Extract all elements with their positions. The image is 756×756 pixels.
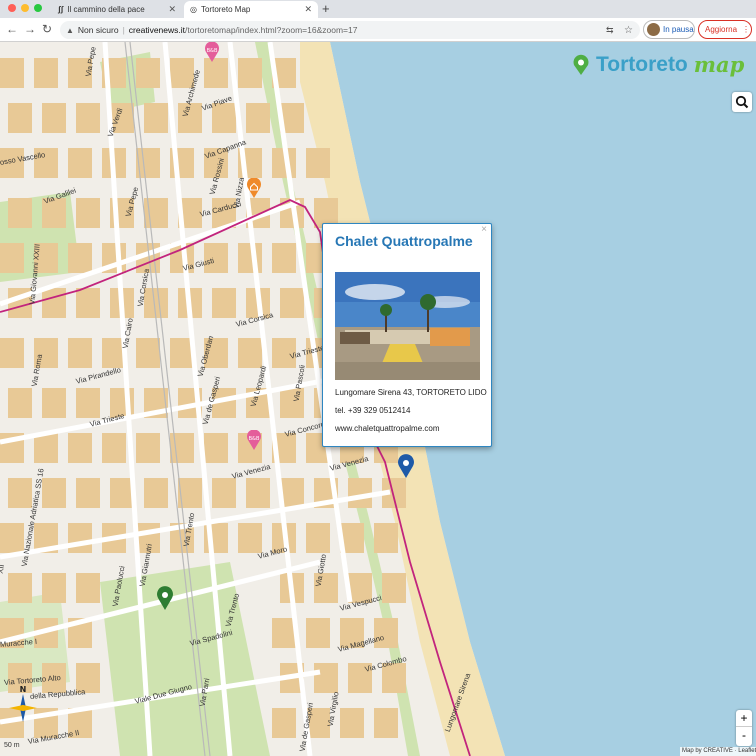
address-bar[interactable]: ▲ Non sicuro | creativenews.it /tortoret…: [60, 21, 640, 39]
popup-website[interactable]: www.chaletquattropalme.com: [335, 424, 440, 433]
site-logo: Tortoreto map: [570, 52, 744, 77]
svg-text:N: N: [20, 685, 27, 694]
logo-text-map: map: [693, 52, 745, 77]
popup-address: Lungomare Sirena 43, TORTORETO LIDO: [335, 388, 487, 397]
search-icon: [735, 95, 749, 109]
svg-text:B&B: B&B: [249, 436, 260, 442]
maximize-window-button[interactable]: [34, 4, 42, 12]
browser-tab[interactable]: ʃʃ Il cammino della pace ✕: [52, 1, 182, 18]
separator: |: [122, 25, 125, 35]
new-tab-button[interactable]: +: [322, 1, 330, 16]
map-canvas[interactable]: Via Pepe Via Piave Via Capanna Via Verdi Via…: [0, 42, 756, 756]
logo-pin-icon: [573, 54, 589, 75]
pin-icon[interactable]: B&B: [204, 42, 220, 62]
close-popup-icon[interactable]: ×: [481, 224, 487, 235]
profile-pause-button[interactable]: In pausa: [643, 20, 695, 39]
logo-text: Tortoreto: [596, 52, 688, 76]
warning-icon: ▲: [66, 25, 74, 35]
place-popup: × Chalet Quattropalme Lungomare Sirena 4…: [322, 223, 492, 447]
scale-bar: 50 m: [4, 742, 20, 749]
browser-tab-active[interactable]: ◎ Tortoreto Map ✕: [184, 1, 318, 18]
tab-title: Tortoreto Map: [200, 5, 251, 14]
url-path: /tortoretomap/index.html?zoom=16&zoom=17: [185, 25, 358, 35]
close-window-button[interactable]: [8, 4, 16, 12]
zoom-in-button[interactable]: +: [736, 710, 752, 727]
place-photo: [335, 272, 480, 380]
back-icon[interactable]: ←: [6, 22, 18, 36]
quote-icon: ʃʃ: [58, 5, 64, 14]
close-tab-icon[interactable]: ✕: [304, 4, 312, 15]
search-button[interactable]: [732, 92, 752, 112]
beach-pin-icon[interactable]: [397, 454, 415, 478]
reload-icon[interactable]: ↻: [42, 22, 52, 36]
zoom-out-button[interactable]: -: [736, 727, 752, 743]
close-tab-icon[interactable]: ✕: [168, 4, 176, 15]
minimize-window-button[interactable]: [21, 4, 29, 12]
home-pin-icon[interactable]: [246, 178, 262, 198]
globe-icon: ◎: [190, 5, 197, 14]
more-icon: ⋮: [742, 25, 751, 34]
url-domain: creativenews.it: [128, 25, 185, 35]
bnb-pin-icon[interactable]: B&B: [246, 430, 262, 450]
zoom-control: + -: [736, 710, 752, 746]
tab-title: Il cammino della pace: [67, 5, 145, 14]
security-label: Non sicuro: [77, 25, 119, 35]
map-attribution: Map by CREATIVE · Leaflet: [680, 747, 756, 756]
browser-tab-bar: ʃʃ Il cammino della pace ✕ ◎ Tortoreto M…: [0, 0, 756, 18]
svg-text:B&B: B&B: [207, 48, 218, 54]
star-icon[interactable]: ☆: [624, 25, 633, 36]
browser-toolbar: ← → ↻ ▲ Non sicuro | creativenews.it /to…: [0, 18, 756, 42]
popup-phone: tel. +39 329 0512414: [335, 406, 411, 415]
update-button[interactable]: Aggiorna ⋮: [698, 20, 752, 39]
pause-label: In pausa: [663, 25, 694, 34]
avatar: [647, 23, 660, 36]
popup-title: Chalet Quattropalme: [335, 233, 473, 249]
compass-icon: N: [9, 685, 37, 722]
update-label: Aggiorna: [705, 25, 738, 34]
green-pin-icon[interactable]: [156, 586, 174, 610]
forward-icon[interactable]: →: [24, 22, 36, 36]
translate-icon[interactable]: ⇆: [606, 25, 614, 36]
